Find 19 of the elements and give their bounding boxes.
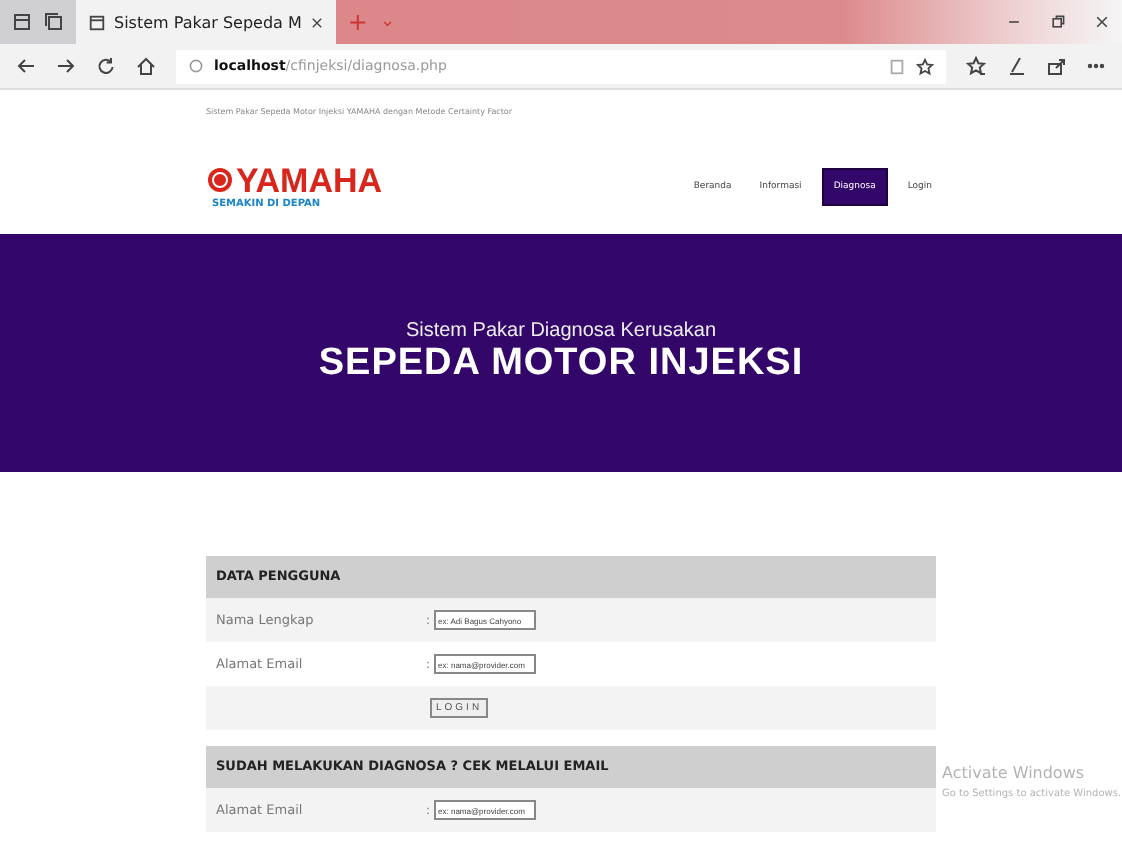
hero-subtitle: Sistem Pakar Diagnosa Kerusakan: [405, 320, 717, 342]
close-icon[interactable]: [309, 15, 324, 29]
favorite-star-icon[interactable]: [916, 57, 934, 75]
back-icon[interactable]: [16, 56, 36, 76]
restore-icon[interactable]: [1050, 14, 1066, 30]
refresh-icon[interactable]: [96, 56, 116, 76]
pen-icon[interactable]: [1006, 56, 1026, 76]
hero-title: SEPEDA MOTOR INJEKSI: [318, 342, 804, 386]
share-icon[interactable]: [1046, 56, 1066, 76]
tab-list-icon[interactable]: [12, 12, 32, 32]
favorites-icon[interactable]: [966, 56, 986, 76]
tab-title: Sistem Pakar Sepeda M: [114, 13, 302, 31]
close-icon[interactable]: [1094, 14, 1110, 30]
forward-icon[interactable]: [56, 56, 76, 76]
home-icon[interactable]: [136, 56, 156, 76]
page-icon: [88, 13, 106, 31]
activation-title: Activate Windows: [942, 764, 1087, 782]
tabs-aside-icon[interactable]: [44, 12, 64, 32]
browser-tab[interactable]: Sistem Pakar Sepeda M: [76, 0, 336, 44]
